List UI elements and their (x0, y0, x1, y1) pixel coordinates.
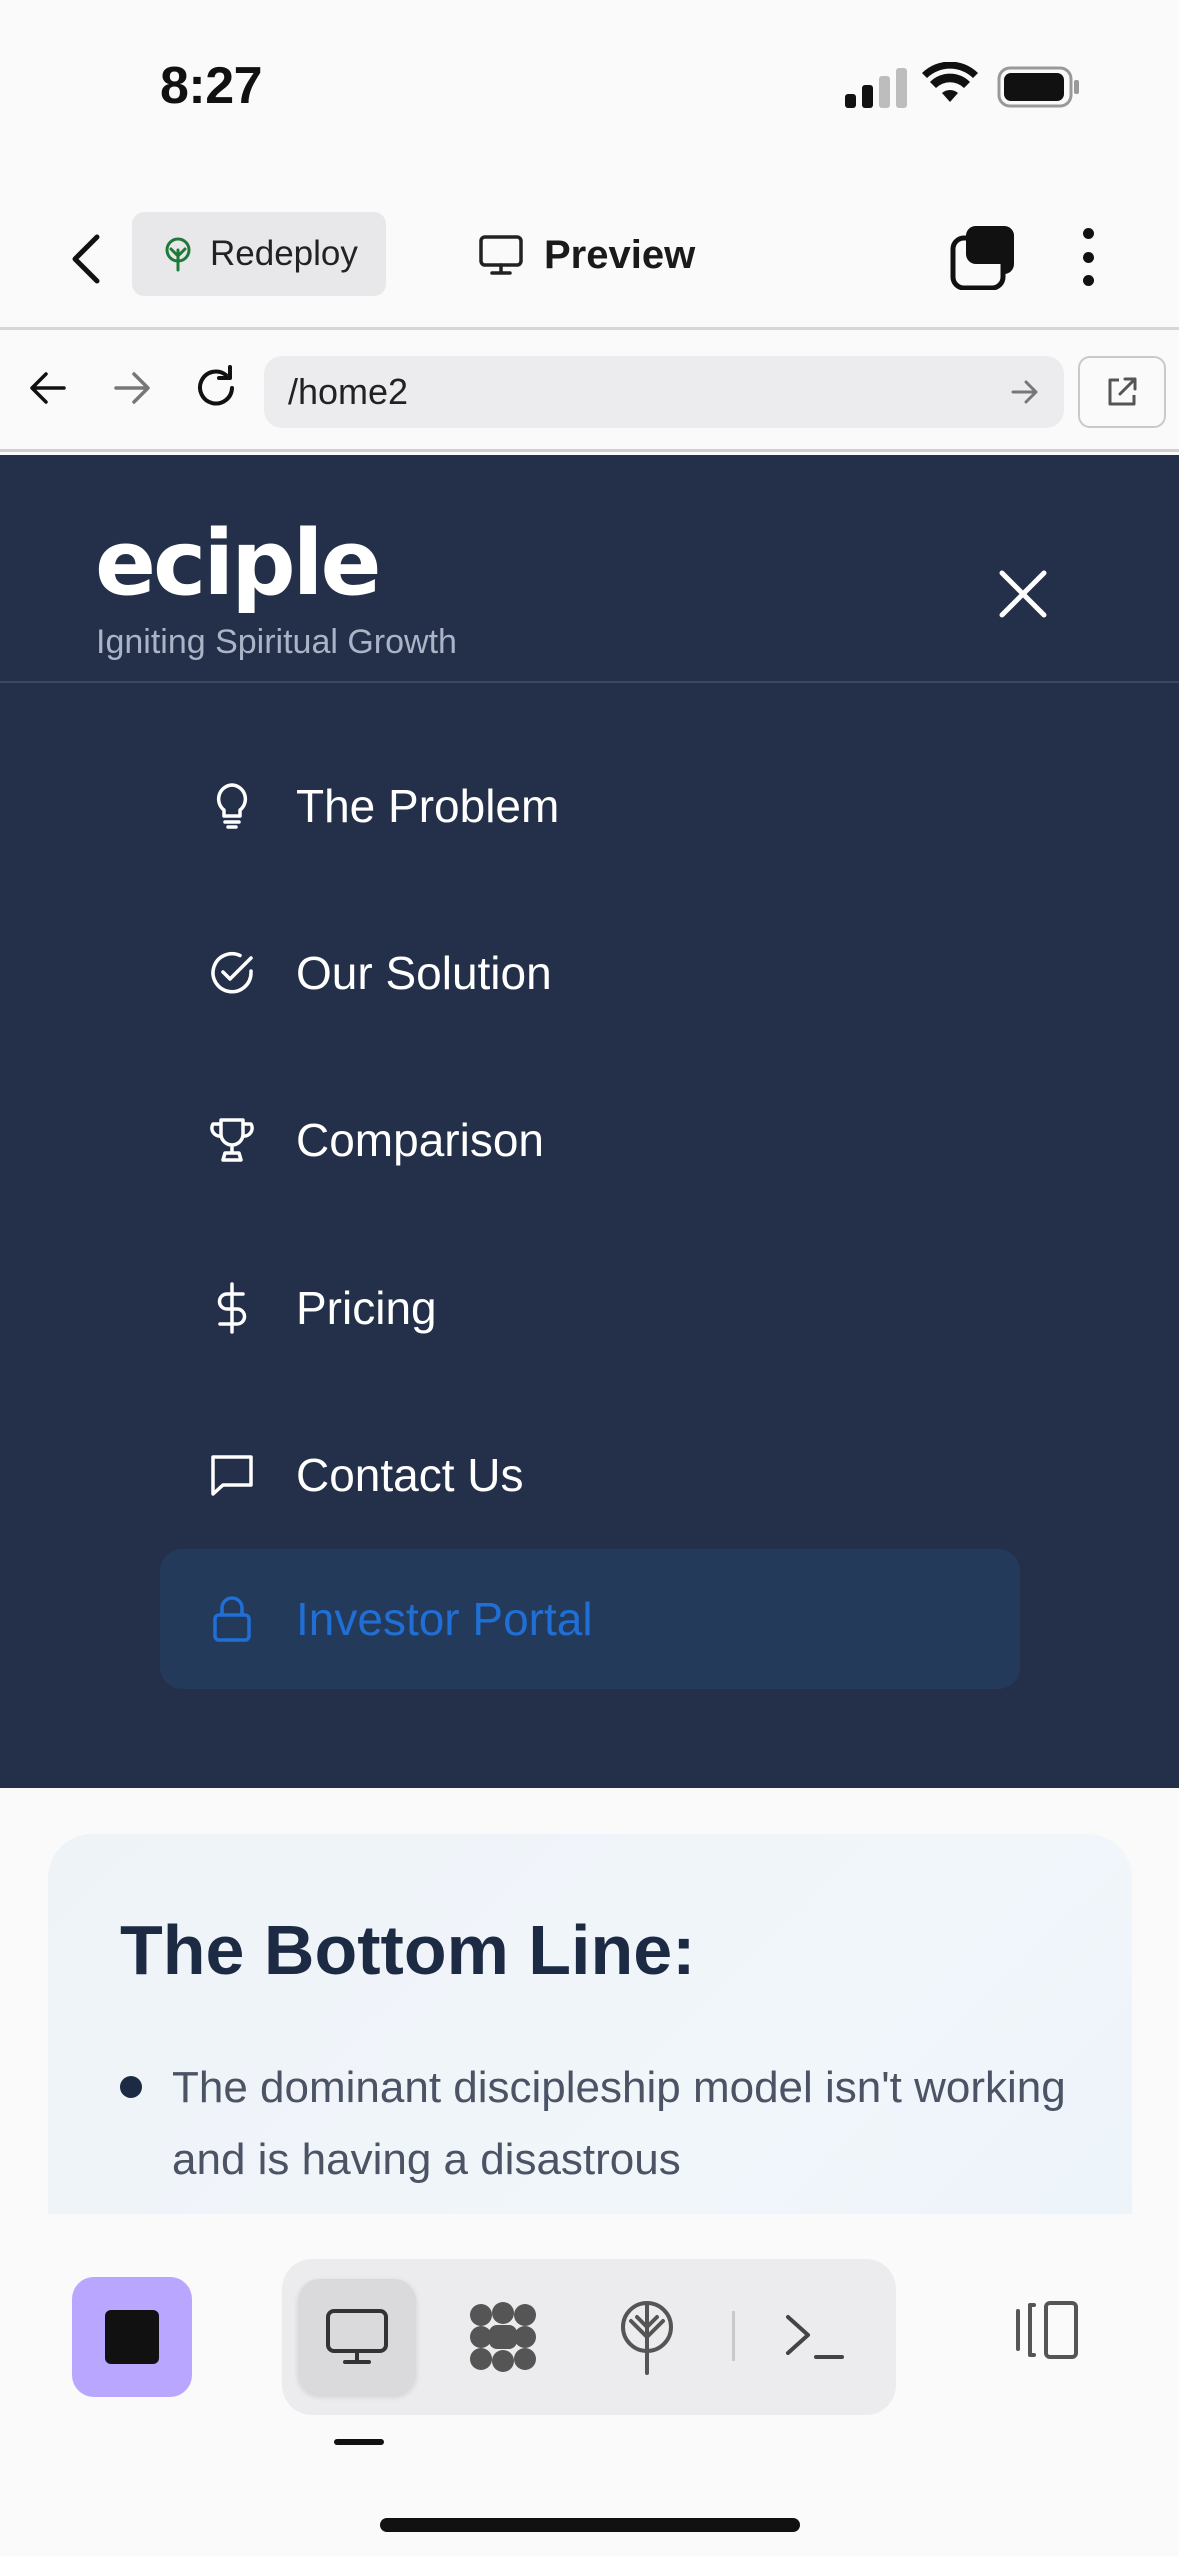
monitor-icon (479, 235, 523, 275)
mode-network-button[interactable] (444, 2279, 562, 2395)
redeploy-button[interactable]: Redeploy (132, 212, 386, 296)
arrow-right-icon (114, 372, 150, 404)
lightbulb-icon (206, 780, 258, 832)
list-item: The dominant discipleship model isn't wo… (120, 2052, 1080, 2196)
mode-terminal-button[interactable] (756, 2279, 874, 2395)
menu-item-label: Contact Us (296, 1449, 524, 1501)
deploy-tree-icon (165, 237, 191, 272)
reload-button[interactable] (188, 360, 244, 416)
menu-item-label: Our Solution (296, 947, 552, 999)
sidebar-panel-icon (1016, 2301, 1078, 2359)
redeploy-label: Redeploy (210, 234, 358, 273)
mode-switcher (282, 2259, 896, 2415)
menu-divider (0, 681, 1179, 683)
chevron-left-icon (72, 234, 100, 284)
status-bar: 8:27 (0, 0, 1179, 175)
bullet-text: The dominant discipleship model isn't wo… (172, 2063, 1066, 2184)
arrow-left-icon (30, 372, 66, 404)
home-indicator (380, 2518, 800, 2532)
reload-icon (198, 365, 234, 406)
menu-item-the-problem[interactable]: The Problem (160, 751, 1020, 861)
menu-item-label: Pricing (296, 1282, 437, 1334)
deploy-tree-icon (621, 2301, 673, 2375)
external-link-icon (1108, 377, 1137, 406)
mode-separator (732, 2311, 735, 2361)
preview-label: Preview (544, 232, 696, 277)
app-toolbar: Redeploy Preview (0, 190, 1179, 330)
close-icon[interactable] (992, 563, 1054, 625)
wifi-icon (922, 62, 978, 102)
bullet-dot (120, 2076, 142, 2098)
network-icon (470, 2302, 536, 2372)
status-time: 8:27 (160, 57, 263, 115)
battery-icon (997, 66, 1079, 108)
dollar-icon (206, 1282, 258, 1334)
menu-item-label: Investor Portal (296, 1593, 593, 1645)
url-value: /home2 (288, 371, 409, 412)
menu-item-our-solution[interactable]: Our Solution (160, 918, 1020, 1028)
message-square-icon (206, 1449, 258, 1501)
site-tagline: Igniting Spiritual Growth (96, 623, 457, 661)
mode-deploy-button[interactable] (588, 2279, 706, 2395)
lock-icon (206, 1593, 258, 1645)
preview-tab[interactable]: Preview (478, 218, 695, 292)
browser-forward-button[interactable] (104, 360, 160, 416)
menu-item-contact-us[interactable]: Contact Us (160, 1420, 1020, 1530)
go-arrow-icon[interactable] (1010, 378, 1040, 406)
menu-item-label: The Problem (296, 780, 560, 832)
menu-item-pricing[interactable]: Pricing (160, 1253, 1020, 1363)
card-heading: The Bottom Line: (120, 1911, 696, 1989)
stop-button[interactable] (72, 2277, 192, 2397)
bottom-bar (0, 2214, 1179, 2556)
back-button[interactable] (58, 228, 114, 290)
mode-preview-button[interactable] (298, 2279, 416, 2395)
url-input[interactable]: /home2 (264, 356, 1064, 428)
trophy-icon (206, 1114, 258, 1166)
browser-nav-bar: /home2 (0, 330, 1179, 452)
mobile-nav-menu: eciple Igniting Spiritual Growth The Pro… (0, 455, 1179, 1788)
menu-item-label: Comparison (296, 1114, 544, 1166)
more-options-icon[interactable] (1068, 222, 1108, 292)
site-logo[interactable]: eciple (95, 511, 382, 616)
panel-toggle-button[interactable] (1010, 2294, 1082, 2366)
tabs-icon[interactable] (950, 224, 1016, 290)
stop-icon (105, 2310, 159, 2364)
terminal-icon (786, 2315, 844, 2359)
cellular-signal-icon (845, 68, 907, 108)
browser-back-button[interactable] (20, 360, 76, 416)
menu-item-comparison[interactable]: Comparison (160, 1085, 1020, 1195)
menu-item-investor-portal[interactable]: Investor Portal (160, 1549, 1020, 1689)
check-circle-icon (206, 947, 258, 999)
monitor-icon (326, 2309, 388, 2364)
open-external-button[interactable] (1078, 356, 1166, 428)
selected-mode-indicator (334, 2439, 384, 2445)
